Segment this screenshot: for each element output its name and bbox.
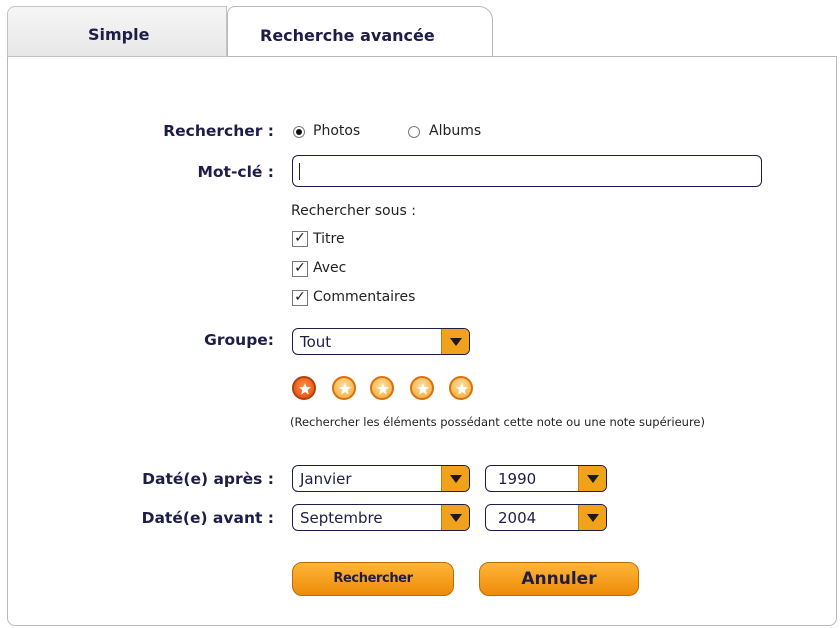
date-before-year-select[interactable]: 2004 (485, 504, 607, 531)
rating-star-5[interactable] (449, 376, 473, 400)
star-icon (417, 383, 429, 395)
tab-simple-label: Simple (88, 25, 150, 44)
date-before-month-select[interactable]: Septembre (292, 504, 470, 531)
date-after-month-select[interactable]: Janvier (292, 465, 470, 492)
chevron-down-icon (578, 505, 606, 530)
star-icon (377, 383, 389, 395)
cancel-button-label: Annuler (521, 569, 597, 589)
checkbox-titre-label: Titre (313, 231, 345, 247)
text-caret (299, 163, 300, 180)
rating-star-1[interactable] (292, 376, 316, 400)
rating-star-2[interactable] (332, 376, 356, 400)
radio-albums[interactable] (408, 126, 420, 138)
tab-advanced-search[interactable]: Recherche avancée (227, 6, 493, 57)
tab-advanced-label: Recherche avancée (260, 26, 435, 45)
date-after-label: Daté(e) après : (142, 470, 274, 488)
radio-photos[interactable] (293, 126, 305, 138)
group-label: Groupe: (204, 331, 274, 349)
date-before-label: Daté(e) avant : (141, 509, 274, 527)
chevron-down-icon (441, 505, 469, 530)
search-button-label: Rechercher (333, 571, 413, 586)
date-before-month-value: Septembre (300, 509, 383, 527)
group-select[interactable]: Tout (292, 328, 470, 355)
search-button[interactable]: Rechercher (292, 562, 454, 596)
keyword-label: Mot-clé : (197, 163, 274, 181)
keyword-input[interactable] (292, 155, 762, 187)
checkbox-avec[interactable]: ✓ (292, 261, 308, 277)
checkbox-titre[interactable]: ✓ (292, 231, 308, 247)
cancel-button[interactable]: Annuler (479, 562, 639, 596)
radio-albums-label: Albums (429, 123, 482, 139)
rating-hint: (Rechercher les éléments possédant cette… (290, 415, 705, 429)
search-under-label: Rechercher sous : (291, 203, 416, 219)
chevron-down-icon (578, 466, 606, 491)
date-after-year-value: 1990 (498, 470, 537, 488)
star-icon (339, 383, 351, 395)
tab-divider (7, 56, 227, 57)
tab-divider (493, 56, 837, 57)
chevron-down-icon (441, 329, 469, 354)
chevron-down-icon (441, 466, 469, 491)
radio-photos-label: Photos (313, 123, 361, 139)
date-after-year-select[interactable]: 1990 (485, 465, 607, 492)
group-select-value: Tout (300, 333, 332, 351)
checkbox-avec-label: Avec (313, 260, 347, 276)
rating-star-3[interactable] (370, 376, 394, 400)
checkbox-commentaires[interactable]: ✓ (292, 290, 308, 306)
rating-star-4[interactable] (410, 376, 434, 400)
search-type-label: Rechercher : (163, 122, 274, 140)
star-icon (299, 383, 311, 395)
tab-simple[interactable]: Simple (7, 6, 227, 57)
checkbox-commentaires-label: Commentaires (313, 289, 416, 305)
star-icon (456, 383, 468, 395)
date-before-year-value: 2004 (498, 509, 537, 527)
date-after-month-value: Janvier (300, 470, 352, 488)
